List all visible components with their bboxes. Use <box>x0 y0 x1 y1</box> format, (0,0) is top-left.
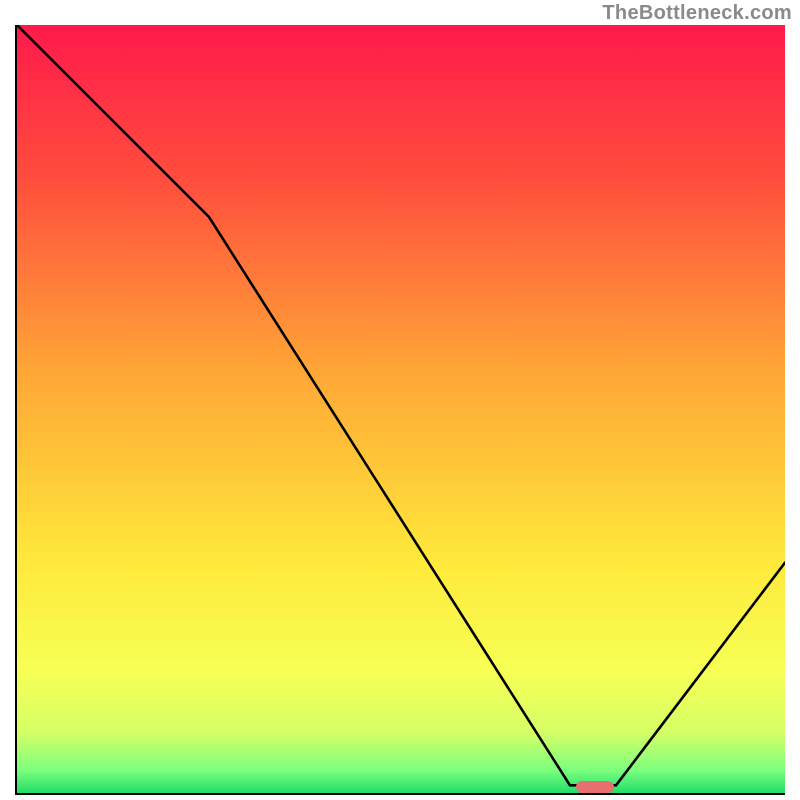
chart-area <box>15 25 785 795</box>
watermark-text: TheBottleneck.com <box>602 2 792 25</box>
optimum-marker <box>576 781 614 793</box>
chart-svg <box>17 25 785 793</box>
